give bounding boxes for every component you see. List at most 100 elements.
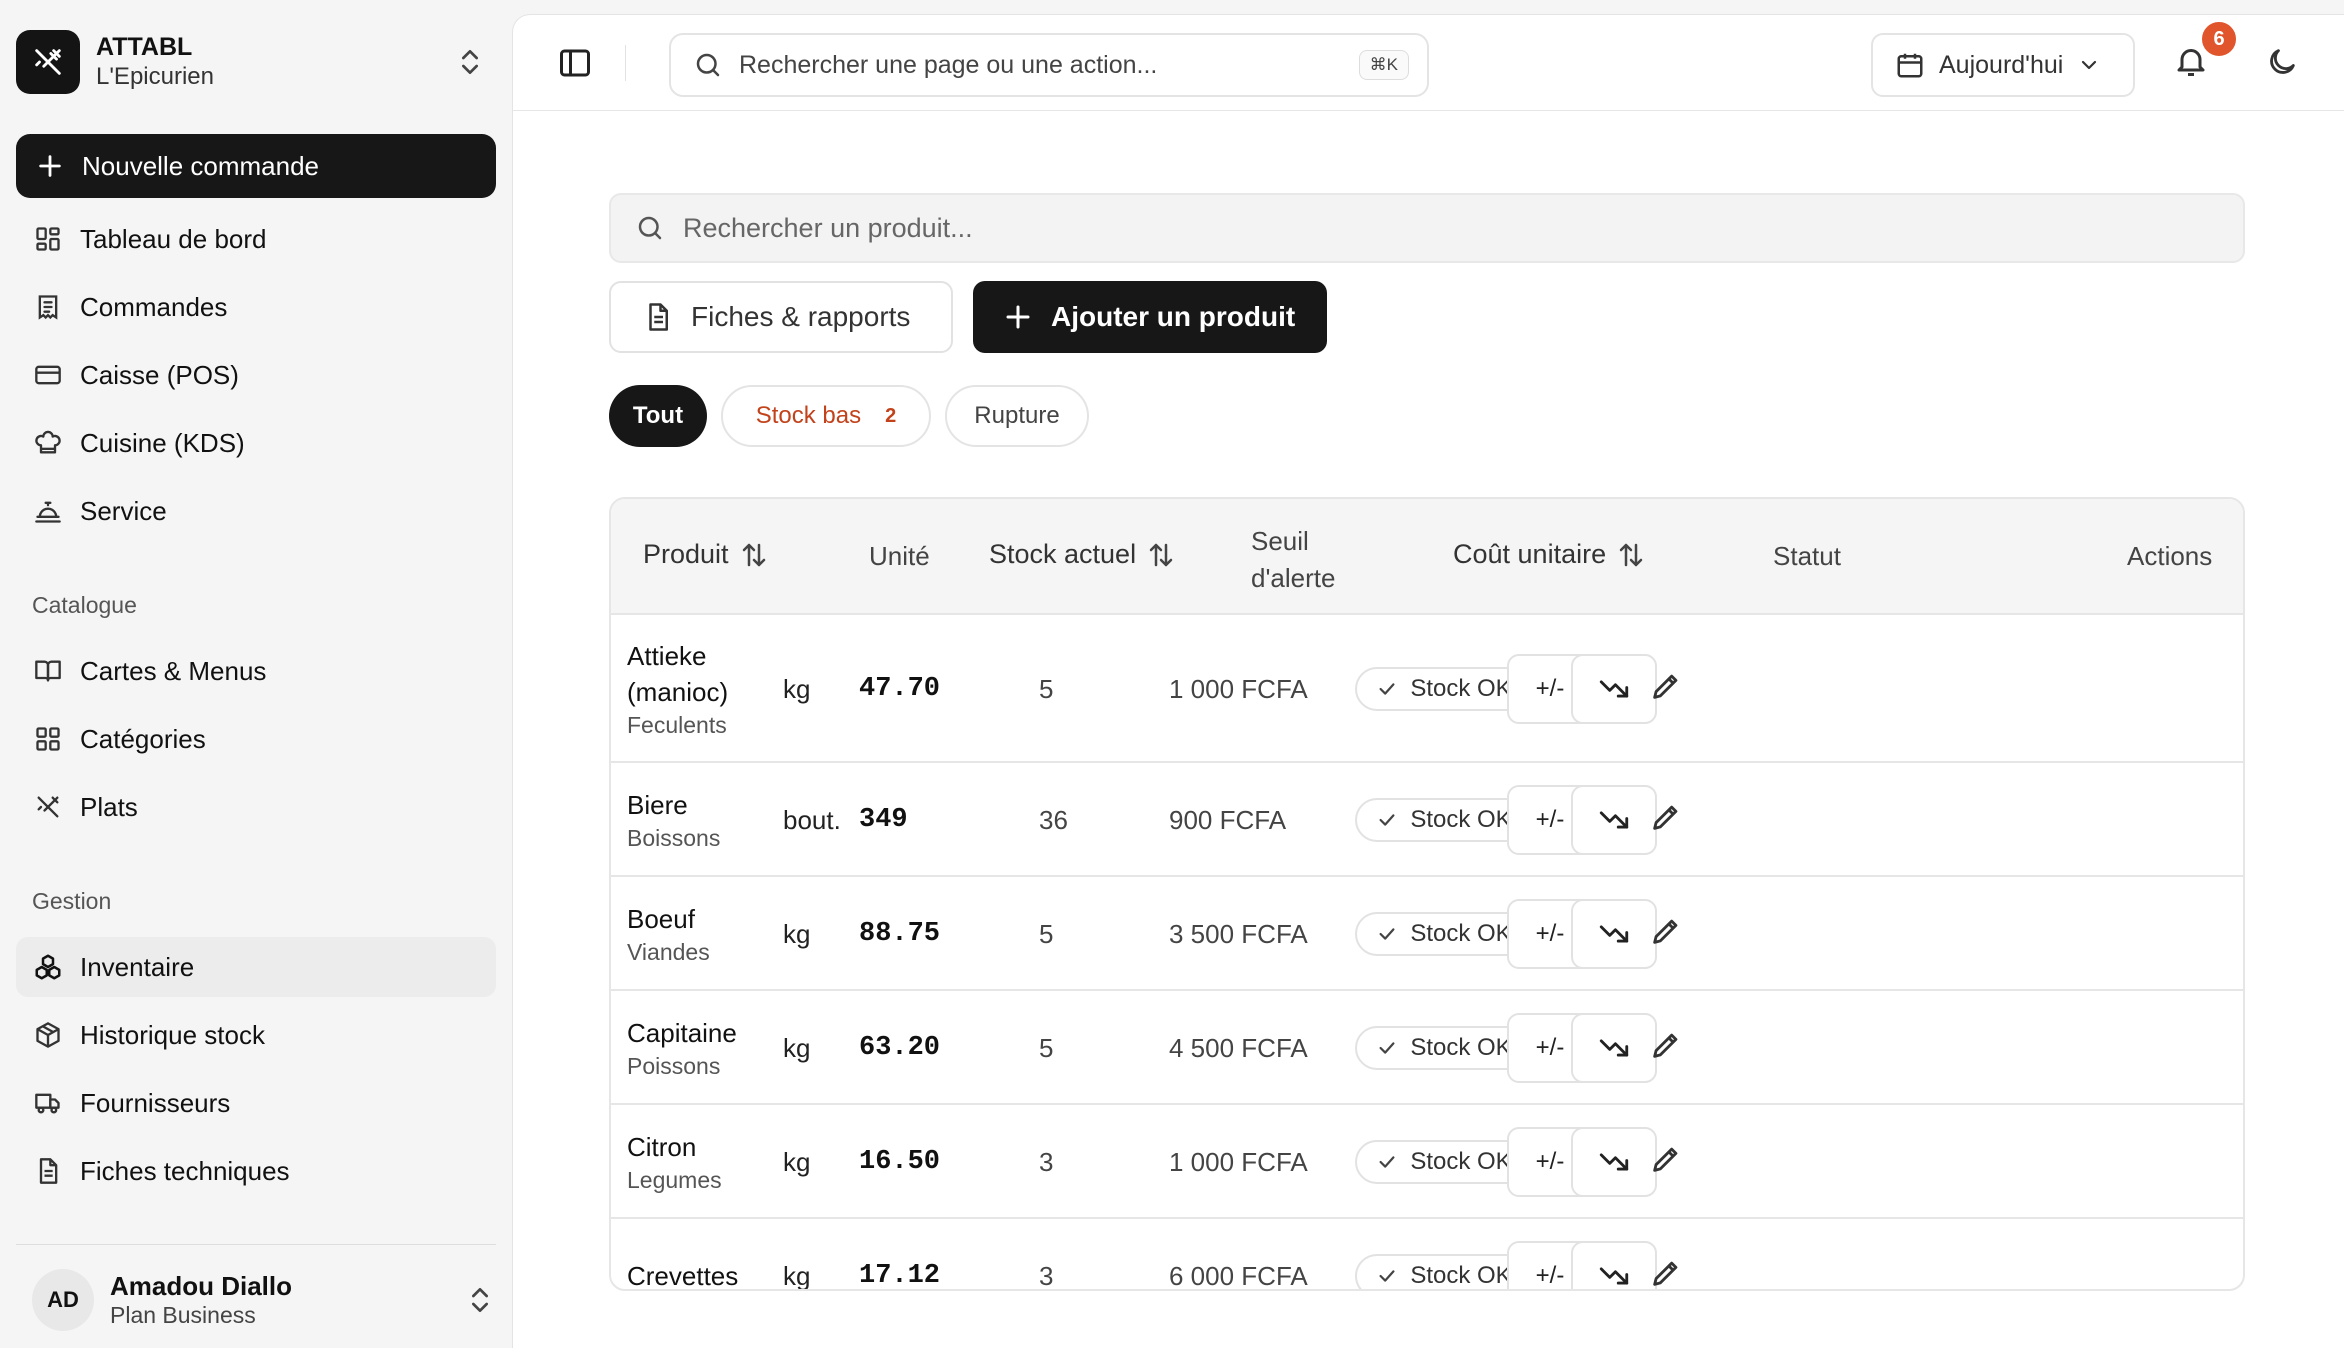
section-title-gestion: Gestion	[32, 888, 112, 914]
unit-cost: 900 FCFA	[1169, 805, 1287, 835]
nav-item-stock-history[interactable]: Historique stock	[16, 1005, 496, 1065]
trending-down-icon	[1597, 917, 1631, 951]
product-cell: Boeuf Viandes	[627, 901, 710, 967]
divider	[16, 1244, 496, 1245]
restaurant-switcher[interactable]: ATTABL L'Epicurien	[16, 16, 486, 108]
nav-item-categories[interactable]: Catégories	[16, 709, 496, 769]
unit-cell: kg	[783, 919, 811, 949]
record-loss-button[interactable]	[1571, 899, 1657, 969]
threshold-value: 5	[1039, 674, 1054, 704]
product-cell: Capitaine Poissons	[627, 1015, 737, 1081]
nav-label: Inventaire	[80, 951, 195, 982]
calendar-icon	[1895, 50, 1925, 80]
credit-card-icon	[32, 359, 64, 391]
moon-icon[interactable]	[2265, 45, 2301, 81]
nav-item-service[interactable]: Service	[16, 481, 496, 541]
edit-pencil-icon[interactable]	[1649, 1256, 1689, 1289]
unit-cost: 1 000 FCFA	[1169, 674, 1308, 704]
edit-pencil-icon[interactable]	[1649, 669, 1689, 709]
column-header-unit: Unité	[869, 541, 930, 571]
product-search-input[interactable]: Rechercher un produit...	[609, 193, 2245, 263]
global-search-input[interactable]: Rechercher une page ou une action... ⌘K	[669, 33, 1429, 97]
nav-item-kitchen[interactable]: Cuisine (KDS)	[16, 413, 496, 473]
search-icon	[635, 213, 665, 243]
product-cell: Biere Boissons	[627, 787, 720, 853]
brand-name: ATTABL	[96, 33, 193, 61]
sort-icon	[1616, 540, 1646, 570]
column-label: Seuil	[1251, 526, 1309, 556]
filter-all[interactable]: Tout	[609, 385, 707, 447]
product-category: Boissons	[627, 825, 721, 851]
status-label: Stock OK	[1410, 1262, 1512, 1289]
nav-item-dishes[interactable]: Plats	[16, 777, 496, 837]
column-header-product[interactable]: Produit	[643, 539, 769, 570]
add-product-button[interactable]: Ajouter un produit	[973, 281, 1327, 353]
threshold-value: 36	[1039, 805, 1068, 835]
new-order-button[interactable]: Nouvelle commande	[16, 134, 496, 198]
sidebar-toggle-icon[interactable]	[557, 45, 593, 81]
nav-item-suppliers[interactable]: Fournisseurs	[16, 1073, 496, 1133]
nav-label: Plats	[80, 791, 138, 822]
threshold-value: 5	[1039, 1033, 1054, 1063]
date-range-select[interactable]: Aujourd'hui	[1871, 33, 2135, 97]
record-loss-button[interactable]	[1571, 1013, 1657, 1083]
stock-value: 63.20	[859, 1033, 941, 1063]
sort-icon	[739, 540, 769, 570]
plus-icon	[1003, 302, 1033, 332]
check-icon	[1376, 1151, 1398, 1173]
brand-subtitle: L'Epicurien	[96, 63, 214, 90]
cloche-icon	[32, 495, 64, 527]
reports-button[interactable]: Fiches & rapports	[609, 281, 953, 353]
utensils-icon	[32, 791, 64, 823]
record-loss-button[interactable]	[1571, 1127, 1657, 1197]
nav-label: Commandes	[80, 291, 228, 322]
utensils-logo-icon	[16, 30, 80, 94]
table-header: Produit Unité Stock actuel Seuil d'alert…	[611, 499, 2243, 615]
column-header-status: Statut	[1773, 541, 1841, 571]
user-plan: Plan Business	[110, 1302, 256, 1328]
check-icon	[1376, 809, 1398, 831]
record-loss-button[interactable]	[1571, 1241, 1657, 1289]
date-range-label: Aujourd'hui	[1939, 50, 2064, 79]
record-loss-button[interactable]	[1571, 785, 1657, 855]
unit-cell: kg	[783, 1147, 811, 1177]
chef-hat-icon	[32, 427, 64, 459]
nav-item-menus[interactable]: Cartes & Menus	[16, 641, 496, 701]
trending-down-icon	[1597, 803, 1631, 837]
nav-item-dashboard[interactable]: Tableau de bord	[16, 209, 496, 269]
column-header-stock[interactable]: Stock actuel	[989, 539, 1176, 570]
stock-value: 349	[859, 805, 908, 835]
product-name: Boeuf	[627, 904, 695, 934]
stock-value: 47.70	[859, 674, 941, 704]
filter-low-stock[interactable]: Stock bas 2	[721, 385, 931, 447]
unit-cell: kg	[783, 1261, 811, 1291]
nav-item-orders[interactable]: Commandes	[16, 277, 496, 337]
table-row: Crevettes kg 17.12 3 6 000 FCFA Stock OK +/-	[611, 1219, 2243, 1291]
nav-label: Service	[80, 495, 167, 526]
table-row: Boeuf Viandes kg 88.75 5 3 500 FCFA Stock OK +/…	[611, 877, 2243, 991]
edit-pencil-icon[interactable]	[1649, 1142, 1689, 1182]
record-loss-button[interactable]	[1571, 654, 1657, 724]
check-icon	[1376, 923, 1398, 945]
nav-label: Fiches techniques	[80, 1155, 290, 1186]
edit-pencil-icon[interactable]	[1649, 800, 1689, 840]
status-label: Stock OK	[1410, 920, 1512, 947]
unit-cost: 1 000 FCFA	[1169, 1147, 1308, 1177]
product-name: Citron	[627, 1132, 697, 1162]
section-title-catalogue: Catalogue	[32, 592, 137, 618]
threshold-value: 5	[1039, 919, 1054, 949]
search-icon	[693, 50, 723, 80]
edit-pencil-icon[interactable]	[1649, 914, 1689, 954]
stock-value: 16.50	[859, 1147, 941, 1177]
column-label: Stock actuel	[989, 539, 1137, 569]
user-menu[interactable]: AD Amadou Diallo Plan Business	[16, 1262, 496, 1338]
column-header-cost[interactable]: Coût unitaire	[1453, 539, 1646, 570]
avatar: AD	[32, 1269, 94, 1331]
nav-item-pos[interactable]: Caisse (POS)	[16, 345, 496, 405]
filter-out-of-stock[interactable]: Rupture	[945, 385, 1089, 447]
edit-pencil-icon[interactable]	[1649, 1028, 1689, 1068]
nav-item-tech-sheets[interactable]: Fiches techniques	[16, 1141, 496, 1201]
nav-item-inventory[interactable]: Inventaire	[16, 937, 496, 997]
divider	[625, 45, 626, 81]
product-name: Attieke	[627, 641, 707, 671]
